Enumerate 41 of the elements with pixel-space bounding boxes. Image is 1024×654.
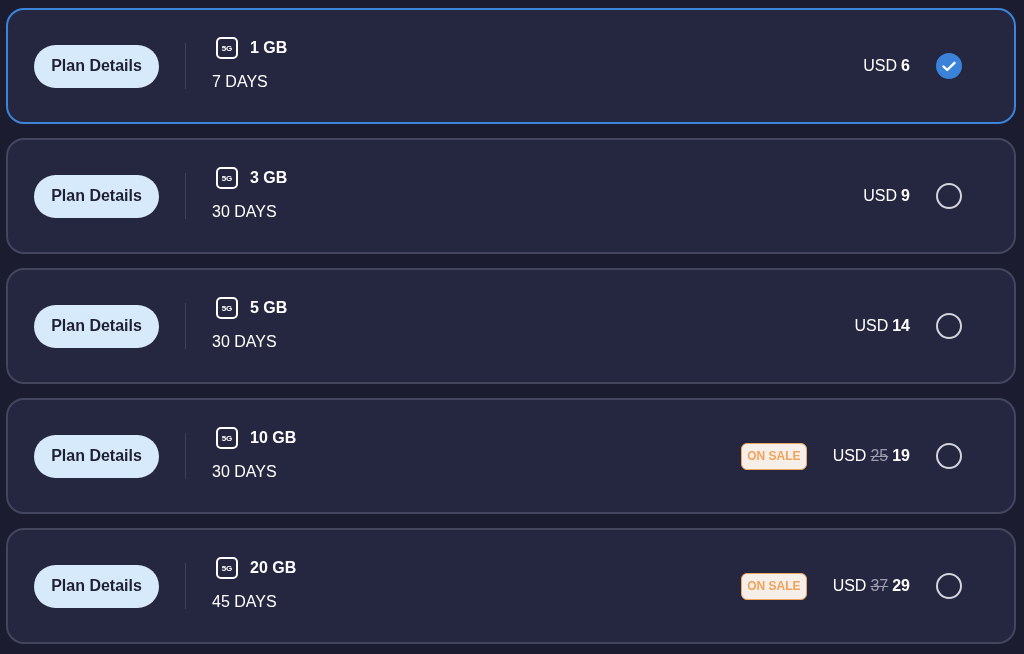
old-price: 37 [870, 577, 889, 595]
check-icon [942, 60, 956, 72]
plan-duration: 45 DAYS [212, 592, 278, 612]
price: 19 [892, 447, 910, 465]
price-currency: USD [863, 187, 898, 205]
plan-card[interactable]: Plan Details 5G 10 GB 30 DAYS ON SALE USD 25 19 [6, 398, 1016, 514]
price-currency: USD [854, 317, 889, 335]
price: 29 [892, 577, 910, 595]
data-amount: 1 GB [250, 38, 288, 58]
data-amount: 10 GB [250, 428, 297, 448]
plan-details-button[interactable]: Plan Details [34, 174, 159, 218]
plan-details-button[interactable]: Plan Details [34, 44, 159, 88]
data-amount: 3 GB [250, 168, 288, 188]
price: 14 [892, 317, 910, 335]
radio-button[interactable] [936, 53, 962, 79]
price-currency: USD [863, 57, 898, 75]
plan-details-button[interactable]: Plan Details [34, 434, 159, 478]
network-badge: 5G [216, 427, 238, 449]
price: 9 [901, 187, 910, 205]
plan-card[interactable]: Plan Details 5G 1 GB 7 DAYS USD 6 [6, 8, 1016, 124]
plan-duration: 7 DAYS [212, 72, 269, 92]
old-price: 25 [870, 447, 889, 465]
plan-duration: 30 DAYS [212, 332, 278, 352]
price-currency: USD [832, 447, 867, 465]
plan-duration: 30 DAYS [212, 202, 278, 222]
data-amount: 20 GB [250, 558, 297, 578]
plan-details-button[interactable]: Plan Details [34, 304, 159, 348]
data-amount: 5 GB [250, 298, 288, 318]
plan-card[interactable]: Plan Details 5G 5 GB 30 DAYS USD 14 [6, 268, 1016, 384]
plan-card[interactable]: Plan Details 5G 20 GB 45 DAYS ON SALE USD 37 29 [6, 528, 1016, 644]
plan-duration: 30 DAYS [212, 462, 278, 482]
sale-badge: ON SALE [741, 442, 807, 470]
sale-badge: ON SALE [741, 572, 807, 600]
network-badge: 5G [216, 37, 238, 59]
network-badge: 5G [216, 557, 238, 579]
plan-card[interactable]: Plan Details 5G 3 GB 30 DAYS USD 9 [6, 138, 1016, 254]
network-badge: 5G [216, 167, 238, 189]
price-currency: USD [832, 577, 867, 595]
plan-details-button[interactable]: Plan Details [34, 564, 159, 608]
price: 6 [901, 57, 910, 75]
network-badge: 5G [216, 297, 238, 319]
